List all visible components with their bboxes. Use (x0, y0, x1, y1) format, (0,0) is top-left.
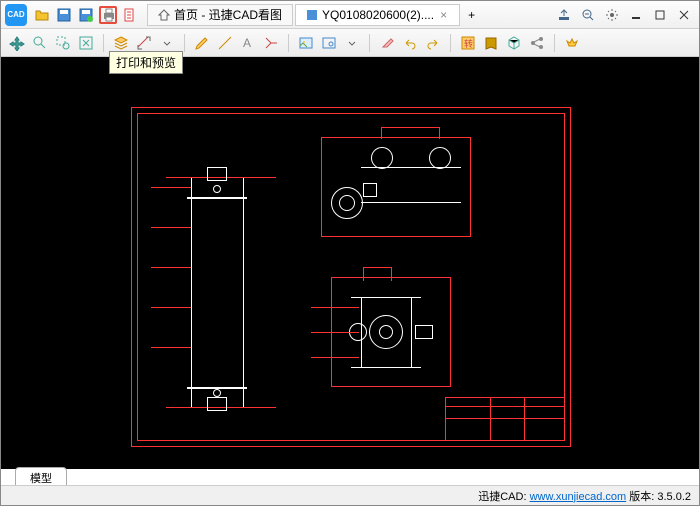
eraser-icon[interactable] (377, 33, 397, 53)
tab-label: 首页 - 迅捷CAD看图 (174, 6, 282, 23)
close-icon[interactable] (673, 6, 695, 24)
book-icon[interactable] (481, 33, 501, 53)
image-icon[interactable] (296, 33, 316, 53)
svg-text:A: A (243, 36, 251, 50)
toolbar-sep (184, 34, 185, 52)
website-link[interactable]: www.xunjiecad.com (530, 491, 627, 503)
version-value: 3.5.0.2 (657, 491, 691, 503)
home-icon (158, 9, 170, 21)
delete-icon[interactable] (261, 33, 281, 53)
brand-label: 迅捷CAD: (478, 491, 526, 503)
pin-icon[interactable] (553, 6, 575, 24)
tab-document[interactable]: YQ0108020600(2).... × (295, 4, 460, 26)
line-icon[interactable] (215, 33, 235, 53)
model-tab[interactable]: 模型 (15, 467, 67, 485)
window-controls (553, 6, 695, 24)
svg-text:转: 转 (464, 38, 473, 49)
redo-icon[interactable] (423, 33, 443, 53)
status-text: 迅捷CAD: www.xunjiecad.com 版本: 3.5.0.2 (478, 488, 691, 504)
dropdown-icon[interactable] (157, 33, 177, 53)
tab-label: YQ0108020600(2).... (322, 8, 434, 22)
cad-file-icon (306, 9, 318, 21)
layers-icon[interactable] (111, 33, 131, 53)
version-label: 版本: (629, 491, 654, 503)
toolbar-sep (103, 34, 104, 52)
maximize-icon[interactable] (649, 6, 671, 24)
tab-add[interactable]: + (462, 4, 481, 26)
status-bar: 迅捷CAD: www.xunjiecad.com 版本: 3.5.0.2 (1, 485, 699, 505)
edit-icon[interactable] (192, 33, 212, 53)
print-icon[interactable] (99, 6, 117, 24)
find-icon[interactable] (319, 33, 339, 53)
minimize-icon[interactable] (625, 6, 647, 24)
undo-icon[interactable] (400, 33, 420, 53)
open-icon[interactable] (33, 6, 51, 24)
3d-icon[interactable] (504, 33, 524, 53)
vip-icon[interactable] (562, 33, 582, 53)
drawing-canvas[interactable] (1, 57, 699, 469)
toolbar-sep (369, 34, 370, 52)
pan-icon[interactable] (7, 33, 27, 53)
measure-icon[interactable] (134, 33, 154, 53)
toolbar-sep (288, 34, 289, 52)
toolbar-sep (554, 34, 555, 52)
quick-access (33, 6, 139, 24)
cad-drawing (131, 107, 571, 447)
titlebar: CAD 首页 - 迅捷CAD看图 YQ0108020600(2).... × + (1, 1, 699, 29)
saveas-icon[interactable] (77, 6, 95, 24)
save-icon[interactable] (55, 6, 73, 24)
dropdown-icon[interactable] (342, 33, 362, 53)
toolbar-sep (450, 34, 451, 52)
settings-icon[interactable] (601, 6, 623, 24)
document-tabs: 首页 - 迅捷CAD看图 YQ0108020600(2).... × + (147, 1, 483, 28)
tab-home[interactable]: 首页 - 迅捷CAD看图 (147, 4, 293, 26)
main-toolbar: A 转 打印和预览 (1, 29, 699, 57)
zoom-out-icon[interactable] (577, 6, 599, 24)
zoom-window-icon[interactable] (53, 33, 73, 53)
text-icon[interactable]: A (238, 33, 258, 53)
zoom-extents-icon[interactable] (76, 33, 96, 53)
convert-icon[interactable]: 转 (458, 33, 478, 53)
tab-close-icon[interactable]: × (438, 8, 449, 22)
export-icon[interactable] (121, 6, 139, 24)
app-logo: CAD (5, 4, 27, 26)
zoom-icon[interactable] (30, 33, 50, 53)
share-icon[interactable] (527, 33, 547, 53)
print-tooltip: 打印和预览 (109, 51, 183, 74)
